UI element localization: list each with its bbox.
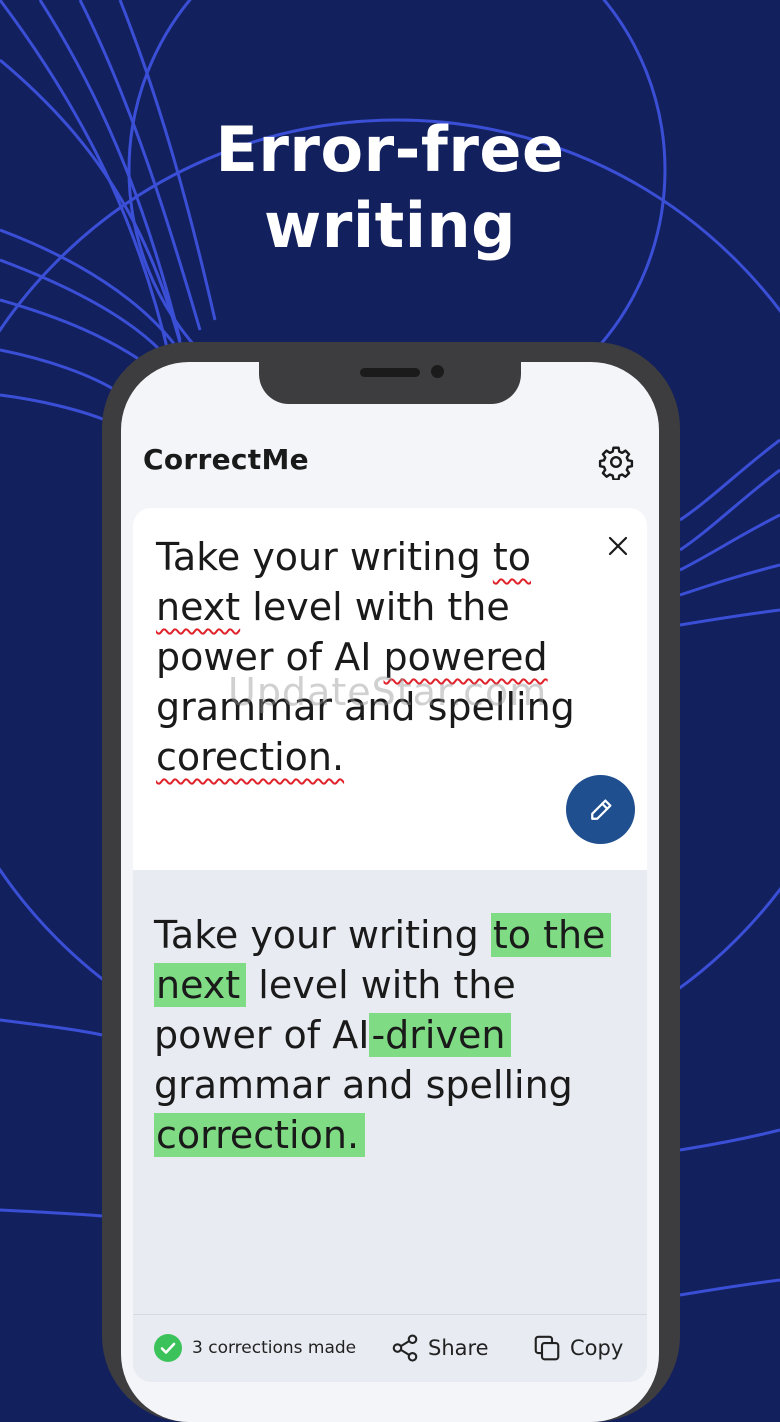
share-icon [392, 1334, 418, 1362]
correction-highlight: -driven [369, 1013, 512, 1057]
check-circle-icon [154, 1334, 182, 1362]
spelling-error[interactable]: to [493, 535, 531, 579]
pencil-icon [590, 799, 611, 820]
output-text-segment: Take your writing [154, 913, 491, 957]
spelling-error[interactable]: corection. [156, 735, 344, 779]
phone-speaker [360, 368, 420, 377]
output-text: Take your writing to the next level with… [154, 910, 624, 1160]
correction-highlight: to the [490, 913, 612, 957]
phone-camera [431, 365, 444, 378]
spelling-error[interactable]: next [156, 585, 240, 629]
close-icon [608, 536, 628, 556]
corrections-status: 3 corrections made [154, 1333, 356, 1363]
footer-divider [133, 1314, 647, 1315]
app-title: CorrectMe [143, 443, 309, 476]
output-text-segment: grammar and spelling [154, 1063, 573, 1107]
copy-label: Copy [570, 1336, 624, 1360]
clear-button[interactable] [600, 528, 636, 564]
gear-icon [598, 446, 634, 480]
correction-highlight: correction. [154, 1113, 366, 1157]
correction-highlight: next [154, 963, 247, 1007]
hero-headline: Error-free writing [0, 112, 780, 264]
edit-button[interactable] [566, 775, 635, 844]
share-button[interactable]: Share [390, 1330, 489, 1366]
corrections-status-text: 3 corrections made [192, 1338, 357, 1358]
hero-headline-line-2: writing [263, 189, 516, 262]
spelling-error[interactable]: powered [384, 635, 548, 679]
hero-headline-line-1: Error-free [215, 113, 565, 186]
settings-button[interactable] [594, 440, 638, 484]
input-text-segment: grammar and spelling [156, 685, 575, 729]
share-label: Share [428, 1336, 489, 1360]
copy-icon [534, 1335, 560, 1361]
copy-button[interactable]: Copy [532, 1330, 623, 1366]
input-text[interactable]: Take your writing to next level with the… [156, 532, 596, 782]
input-text-segment: Take your writing [156, 535, 493, 579]
